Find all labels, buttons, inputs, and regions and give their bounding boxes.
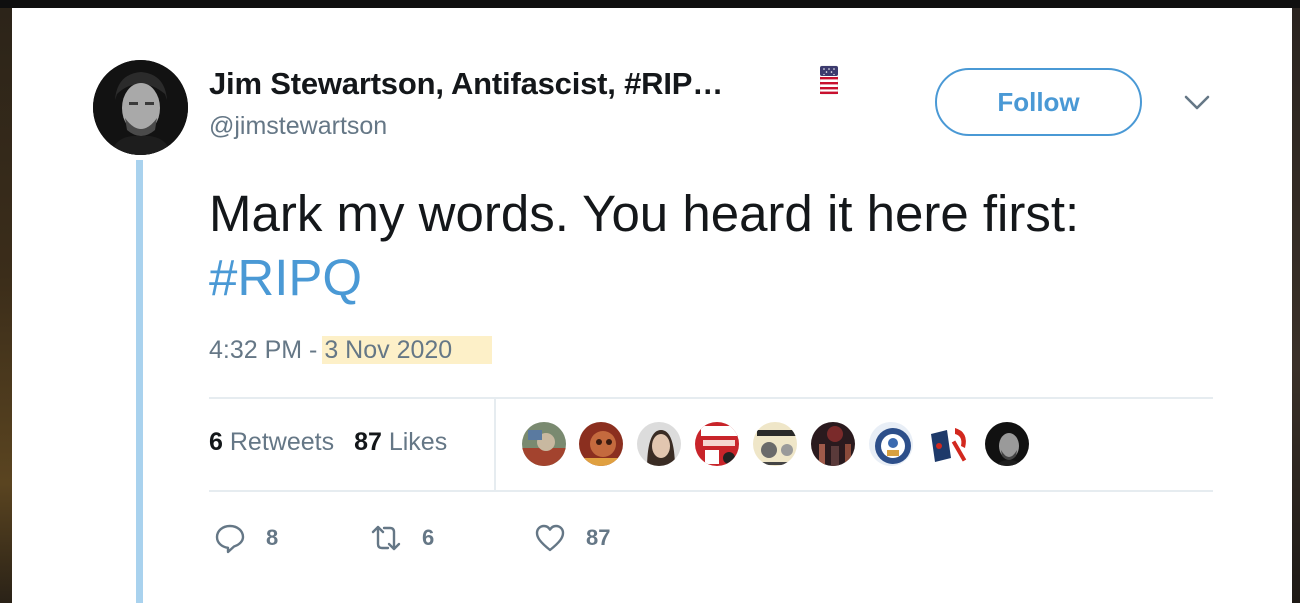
reply-action[interactable]: 8 xyxy=(214,520,278,556)
avatar-photo xyxy=(93,60,188,155)
like-action[interactable]: 87 xyxy=(534,520,610,556)
divider xyxy=(209,397,1213,399)
tweet-time: 4:32 PM - xyxy=(209,336,325,364)
thread-line xyxy=(136,160,143,603)
liker-avatar[interactable] xyxy=(520,420,568,468)
reply-icon xyxy=(215,524,245,554)
liker-avatar[interactable] xyxy=(693,420,741,468)
liker-avatar[interactable] xyxy=(751,420,799,468)
liker-avatar[interactable] xyxy=(577,420,625,468)
background-edge-left xyxy=(0,8,12,603)
window-top-edge xyxy=(0,0,1300,8)
us-flag-icon xyxy=(820,65,838,95)
likes-stat[interactable]: 87 Likes xyxy=(354,428,447,456)
liker-avatar[interactable] xyxy=(983,420,1031,468)
follow-button[interactable]: Follow xyxy=(935,68,1142,136)
liker-avatar[interactable] xyxy=(925,420,973,468)
display-name[interactable]: Jim Stewartson, Antifascist, #RIP… xyxy=(209,66,723,102)
like-count: 87 xyxy=(586,525,611,550)
heart-icon xyxy=(535,524,565,552)
tweet-timestamp[interactable]: 4:32 PM - 3 Nov 2020 xyxy=(209,336,493,365)
retweet-icon xyxy=(371,525,401,551)
tweet-date: 3 Nov 2020 xyxy=(322,336,493,364)
retweets-count: 6 xyxy=(209,428,223,456)
hashtag-link[interactable]: #RIPQ xyxy=(209,246,1079,310)
user-handle[interactable]: @jimstewartson xyxy=(209,112,387,141)
divider xyxy=(494,399,496,490)
retweets-label: Retweets xyxy=(229,428,335,456)
chevron-down-icon[interactable] xyxy=(1184,94,1210,112)
retweet-action[interactable]: 6 xyxy=(370,520,434,556)
retweet-count: 6 xyxy=(422,525,435,550)
divider xyxy=(209,490,1213,492)
likes-label: Likes xyxy=(388,428,448,456)
liker-avatar[interactable] xyxy=(867,420,915,468)
avatar[interactable] xyxy=(93,60,188,155)
tweet-text-line: Mark my words. You heard it here first: xyxy=(209,185,1080,242)
likes-count: 87 xyxy=(354,428,382,456)
liker-avatar[interactable] xyxy=(809,420,857,468)
tweet-stats: 6 Retweets 87 Likes xyxy=(209,428,447,457)
background-edge-right xyxy=(1292,8,1300,603)
liker-avatar[interactable] xyxy=(635,420,683,468)
tweet-text: Mark my words. You heard it here first: … xyxy=(209,182,1079,310)
reply-count: 8 xyxy=(266,525,279,550)
retweets-stat[interactable]: 6 Retweets xyxy=(209,428,334,456)
